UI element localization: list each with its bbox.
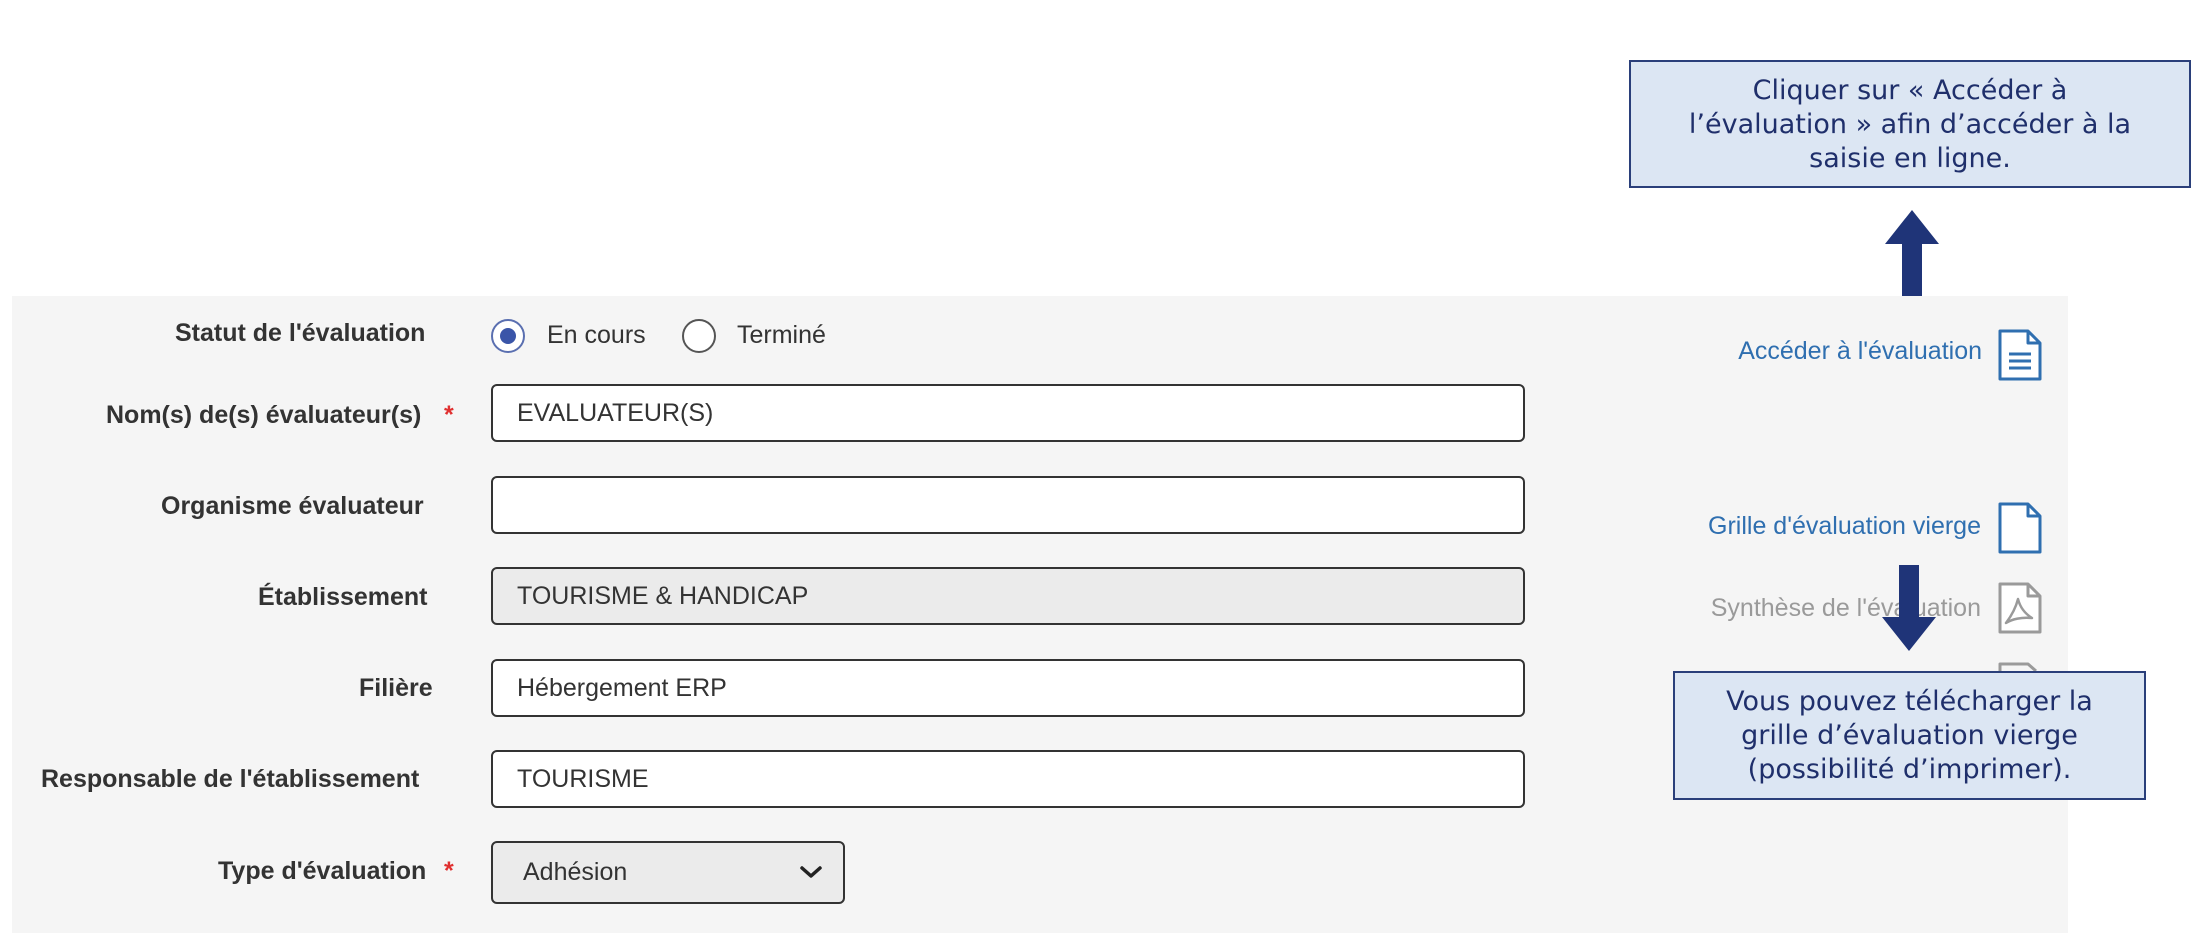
- radio-en-cours[interactable]: [491, 319, 525, 353]
- down-arrow-annotation: [1882, 565, 1936, 656]
- type-required-mark: *: [444, 857, 454, 885]
- chevron-down-icon: [797, 843, 825, 924]
- callout-grille-line1: Vous pouvez télécharger la: [1726, 686, 2093, 717]
- acceder-evaluation-link[interactable]: Accéder à l'évaluation: [1738, 337, 1982, 366]
- callout-grille-line2: grille d’évaluation vierge: [1741, 720, 2078, 751]
- callout-grille: Vous pouvez télécharger la grille d’éval…: [1673, 671, 2146, 800]
- document-lines-icon[interactable]: [1996, 328, 2044, 387]
- organisme-label: Organisme évaluateur: [161, 492, 424, 520]
- responsable-label: Responsable de l'établissement: [41, 765, 420, 793]
- callout-acceder-line1: Cliquer sur « Accéder à: [1752, 75, 2068, 106]
- type-select-value: Adhésion: [523, 858, 628, 886]
- grille-vierge-link[interactable]: Grille d'évaluation vierge: [1708, 512, 1981, 541]
- up-arrow-annotation: [1885, 210, 1939, 301]
- callout-acceder-line3: saisie en ligne.: [1809, 143, 2011, 174]
- type-select[interactable]: Adhésion: [491, 841, 845, 904]
- type-label: Type d'évaluation: [218, 857, 427, 885]
- callout-acceder-line2: l’évaluation » afin d’accéder à la: [1688, 109, 2132, 140]
- synthese-link: Synthèse de l'évaluation: [1710, 594, 1981, 622]
- filiere-label: Filière: [359, 674, 433, 702]
- etablissement-label: Établissement: [258, 583, 428, 611]
- callout-grille-line3: (possibilité d’imprimer).: [1747, 754, 2072, 785]
- etablissement-input: TOURISME & HANDICAP: [491, 567, 1525, 625]
- statut-label: Statut de l'évaluation: [175, 319, 426, 347]
- filiere-input[interactable]: Hébergement ERP: [491, 659, 1525, 717]
- evaluateurs-required-mark: *: [444, 401, 454, 429]
- radio-termine[interactable]: [682, 319, 716, 353]
- radio-termine-label[interactable]: Terminé: [737, 321, 826, 350]
- callout-acceder: Cliquer sur « Accéder à l’évaluation » a…: [1629, 60, 2191, 188]
- responsable-input[interactable]: TOURISME: [491, 750, 1525, 808]
- pdf-document-icon: [1996, 581, 2044, 640]
- organisme-input[interactable]: [491, 476, 1525, 534]
- radio-en-cours-label[interactable]: En cours: [547, 321, 646, 350]
- evaluateurs-input[interactable]: EVALUATEUR(S): [491, 384, 1525, 442]
- evaluateurs-label: Nom(s) de(s) évaluateur(s): [106, 401, 422, 429]
- blank-document-icon[interactable]: [1996, 501, 2044, 560]
